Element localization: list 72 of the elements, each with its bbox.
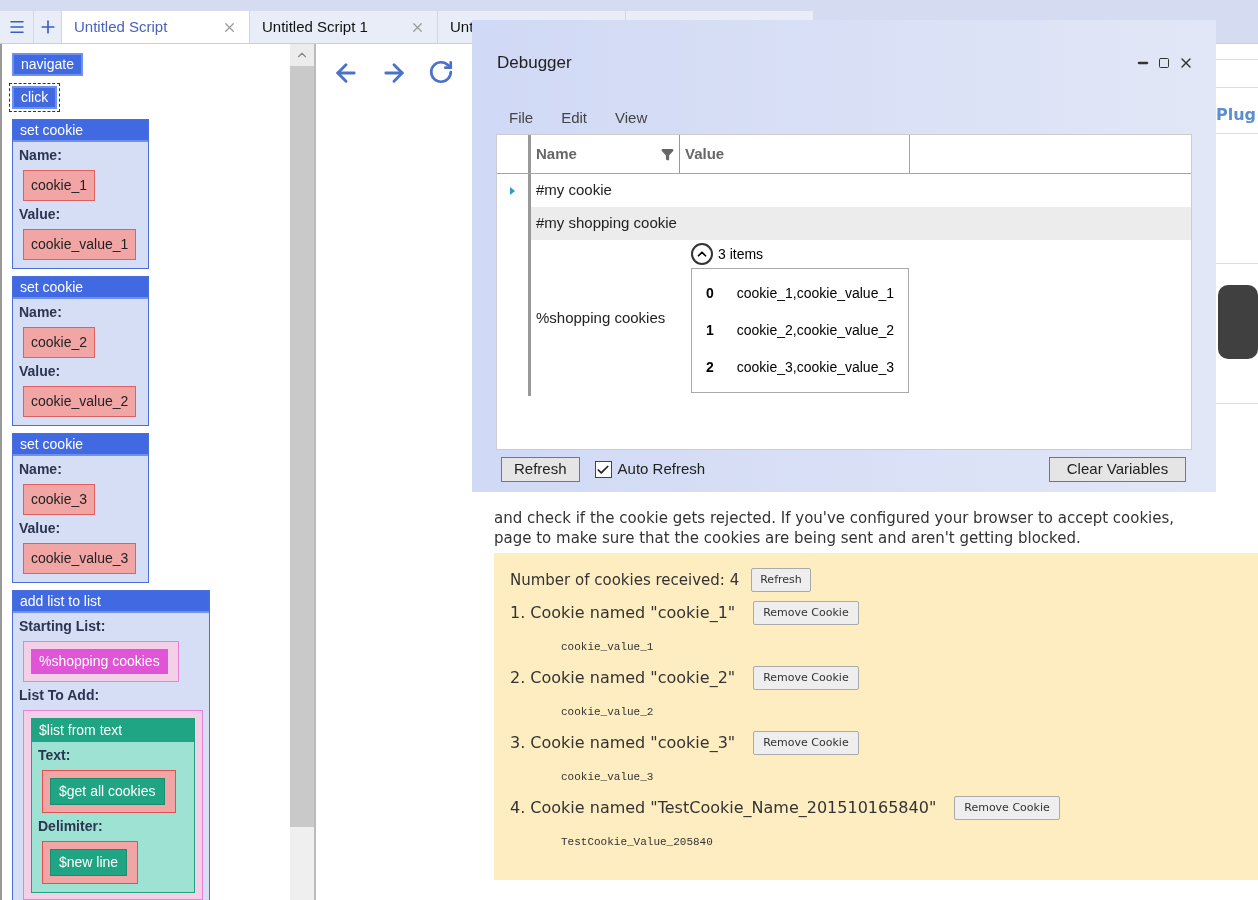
item-value: cookie_1,cookie_value_1: [736, 284, 894, 303]
field-label: Starting List:: [19, 617, 107, 636]
value-slot[interactable]: cookie_3: [23, 484, 96, 515]
cookie-name: 3. Cookie named "cookie_3": [510, 733, 736, 753]
page-heading: Plug: [1216, 104, 1257, 126]
field-label: Name:: [19, 303, 63, 322]
script-block[interactable]: set cookie Name: cookie_2 Value: cookie_value_2: [12, 276, 149, 426]
command-block[interactable]: navigate: [12, 53, 83, 76]
variable-name: %shopping cookies: [535, 307, 667, 328]
script-tab[interactable]: Untitled Script: [62, 11, 250, 43]
script-block[interactable]: set cookie Name: cookie_3 Value: cookie_value_3: [12, 433, 149, 583]
script-block[interactable]: set cookie Name: cookie_1 Value: cookie_value_1: [12, 119, 149, 269]
remove-cookie-button[interactable]: Remove Cookie: [954, 796, 1060, 820]
filter-icon[interactable]: [661, 147, 674, 161]
cookie-count: Number of cookies received: 4: [510, 570, 740, 590]
cookie-name: 1. Cookie named "cookie_1": [510, 603, 736, 623]
block-title: set cookie: [13, 434, 148, 456]
cookie-name: 2. Cookie named "cookie_2": [510, 668, 736, 688]
remove-cookie-button[interactable]: Remove Cookie: [753, 731, 859, 755]
menu-icon[interactable]: [0, 11, 34, 43]
item-index: 1: [706, 321, 715, 340]
collapse-icon[interactable]: [691, 243, 713, 265]
script-tab[interactable]: Untitled Script 1: [250, 11, 438, 43]
field-label: Value:: [19, 362, 62, 381]
cookie-value: cookie_value_1: [561, 640, 654, 655]
checkbox-label: Auto Refresh: [617, 459, 706, 480]
item-index: 0: [706, 284, 715, 303]
variable-row[interactable]: #my shopping cookie: [528, 207, 1191, 240]
refresh-button[interactable]: Refresh: [501, 457, 580, 482]
value-slot[interactable]: cookie_value_3: [23, 543, 137, 574]
script-block[interactable]: add list to list Starting List: %shopping cookies List To Add: $list from text Text: $get all cookies Delimiter: $new line: [12, 590, 210, 900]
remove-cookie-button[interactable]: Remove Cookie: [753, 601, 859, 625]
item-value: cookie_2,cookie_value_2: [736, 321, 894, 340]
clear-variables-button[interactable]: Clear Variables: [1049, 457, 1186, 482]
column-header[interactable]: Value: [680, 135, 910, 173]
reload-icon[interactable]: [428, 59, 454, 85]
item-index: 2: [706, 358, 715, 377]
field-label: Name:: [19, 460, 63, 479]
field-label: Text:: [38, 746, 72, 765]
field-label: Value:: [19, 205, 62, 224]
item-value: cookie_3,cookie_value_3: [736, 358, 894, 377]
value-slot[interactable]: cookie_1: [23, 170, 96, 201]
field-label: Name:: [19, 146, 63, 165]
paragraph-line: and check if the cookie gets rejected. If you've configured your browser to accept cookies,: [494, 509, 1175, 527]
value-slot[interactable]: cookie_2: [23, 327, 96, 358]
paragraph-line: page to make sure that the cookies are being sent and aren't getting blocked.: [494, 529, 1081, 547]
refresh-button[interactable]: Refresh: [751, 568, 811, 592]
field-label: Delimiter:: [38, 817, 104, 836]
variable-name: #my shopping cookie: [535, 213, 678, 234]
menu-item[interactable]: Edit: [561, 106, 588, 129]
menu-item[interactable]: View: [615, 106, 648, 129]
block-title: add list to list: [13, 591, 209, 613]
command-block[interactable]: click: [12, 86, 58, 109]
block-title: set cookie: [13, 277, 148, 299]
value-slot[interactable]: cookie_value_1: [23, 229, 137, 260]
field-label: Value:: [19, 519, 62, 538]
add-tab-icon[interactable]: [34, 11, 62, 43]
menu-item[interactable]: File: [509, 106, 534, 129]
item-count: 3 items: [718, 244, 764, 264]
cookie-value: cookie_value_3: [561, 770, 654, 785]
cookie-value: TestCookie_Value_205840: [561, 835, 713, 850]
window-title: Debugger: [497, 52, 572, 74]
checkbox[interactable]: [594, 461, 612, 478]
cookie-name: 4. Cookie named "TestCookie_Name_201510165840": [510, 798, 937, 818]
cookie-value: cookie_value_2: [561, 705, 654, 720]
variable-name: #my cookie: [535, 180, 613, 201]
value-slot[interactable]: cookie_value_2: [23, 386, 137, 417]
remove-cookie-button[interactable]: Remove Cookie: [753, 666, 859, 690]
block-title: set cookie: [13, 120, 148, 142]
maximize-icon[interactable]: [1158, 56, 1170, 69]
field-label: List To Add:: [19, 686, 101, 705]
function-block-title: $list from text: [32, 719, 194, 742]
